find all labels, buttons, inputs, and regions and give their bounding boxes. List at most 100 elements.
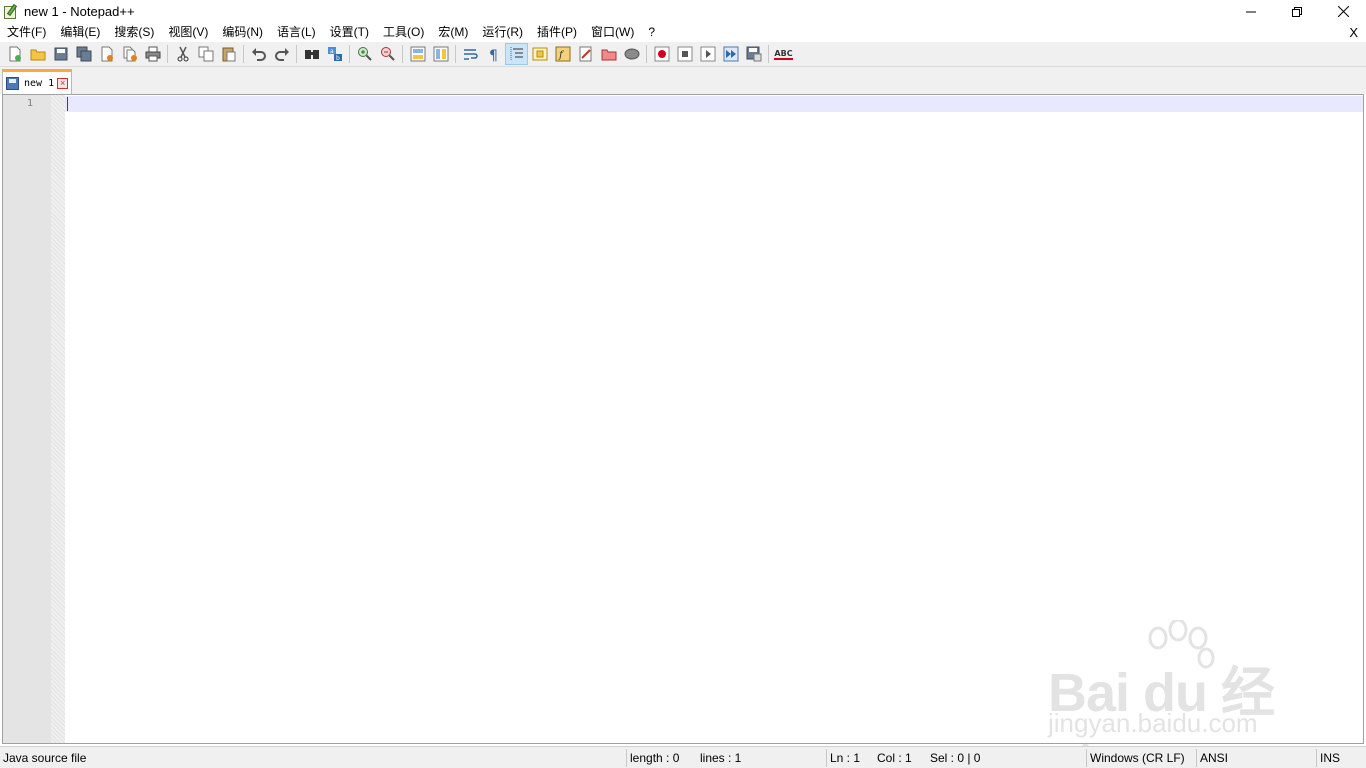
document-map-button[interactable]	[528, 43, 551, 65]
play-macro-button[interactable]	[696, 43, 719, 65]
sync-horizontal-button[interactable]	[429, 43, 452, 65]
menu-search[interactable]: 搜索(S)	[107, 23, 161, 42]
redo-button[interactable]	[270, 43, 293, 65]
menu-settings[interactable]: 设置(T)	[323, 23, 376, 42]
status-encoding[interactable]: ANSI	[1197, 747, 1228, 768]
record-macro-icon	[654, 46, 669, 62]
open-file-button[interactable]	[26, 43, 49, 65]
menu-plugins[interactable]: 插件(P)	[530, 23, 584, 42]
status-file-type: Java source file	[3, 751, 87, 765]
menu-bar: 文件(F) 编辑(E) 搜索(S) 视图(V) 编码(N) 语言(L) 设置(T…	[0, 23, 1366, 42]
close-file-icon	[101, 46, 113, 62]
restore-button[interactable]	[1274, 0, 1320, 23]
function-list-icon: f	[555, 46, 570, 62]
line-number-gutter: 1	[3, 95, 51, 743]
status-bar: Java source file length : 0 lines : 1 Ln…	[0, 746, 1366, 768]
print-icon	[145, 46, 160, 62]
floppy-disk-icon	[6, 76, 19, 90]
redo-icon	[274, 48, 289, 61]
status-lines: lines : 1	[700, 751, 742, 765]
menu-edit[interactable]: 编辑(E)	[53, 23, 107, 42]
zoom-in-button[interactable]	[353, 43, 376, 65]
sync-vertical-icon	[410, 46, 425, 62]
monitoring-button[interactable]	[597, 43, 620, 65]
doc-list-icon	[624, 48, 639, 60]
sync-horizontal-icon	[433, 46, 448, 62]
toolbar: ab ¶ f ABC	[0, 42, 1366, 67]
status-length: length : 0	[630, 751, 680, 765]
run-macro-multiple-button[interactable]	[719, 43, 742, 65]
fold-margin[interactable]	[51, 95, 65, 743]
title-bar: new 1 - Notepad++	[0, 0, 1366, 23]
editor-text[interactable]	[69, 97, 1363, 113]
save-all-button[interactable]	[72, 43, 95, 65]
minimize-button[interactable]	[1228, 0, 1274, 23]
indent-guide-button[interactable]	[505, 43, 528, 65]
cut-icon	[177, 46, 188, 62]
stop-macro-icon	[677, 46, 692, 62]
close-document-button[interactable]: X	[1349, 23, 1358, 42]
indent-guide-icon	[510, 47, 523, 61]
word-wrap-icon	[463, 49, 478, 60]
word-wrap-button[interactable]	[459, 43, 482, 65]
menu-language[interactable]: 语言(L)	[270, 23, 323, 42]
cut-button[interactable]	[171, 43, 194, 65]
menu-tools[interactable]: 工具(O)	[376, 23, 431, 42]
close-window-button[interactable]	[1320, 0, 1366, 23]
tab-bar: new 1 ×	[0, 67, 1366, 94]
replace-icon: ab	[327, 47, 342, 62]
folder-workspace-button[interactable]	[574, 43, 597, 65]
show-all-chars-button[interactable]: ¶	[482, 43, 505, 65]
save-icon	[54, 47, 67, 61]
svg-text:¶: ¶	[489, 48, 498, 62]
menu-macro[interactable]: 宏(M)	[431, 23, 475, 42]
spell-check-button[interactable]: ABC	[772, 43, 795, 65]
menu-encoding[interactable]: 编码(N)	[215, 23, 270, 42]
restore-icon	[1292, 6, 1302, 17]
new-file-button[interactable]	[3, 43, 26, 65]
save-macro-button[interactable]	[742, 43, 765, 65]
record-macro-button[interactable]	[650, 43, 673, 65]
svg-text:b: b	[336, 55, 340, 62]
paste-button[interactable]	[217, 43, 240, 65]
tab-close-button[interactable]: ×	[57, 77, 69, 89]
svg-text:a: a	[330, 48, 334, 55]
toolbar-separator	[167, 45, 168, 63]
find-button[interactable]	[300, 43, 323, 65]
copy-button[interactable]	[194, 43, 217, 65]
menu-file[interactable]: 文件(F)	[0, 23, 53, 42]
undo-button[interactable]	[247, 43, 270, 65]
function-list-button[interactable]: f	[551, 43, 574, 65]
close-file-button[interactable]	[95, 43, 118, 65]
menu-window[interactable]: 窗口(W)	[584, 23, 641, 42]
status-eol[interactable]: Windows (CR LF)	[1087, 747, 1185, 768]
find-icon	[304, 50, 319, 59]
tab-new-1[interactable]: new 1 ×	[2, 69, 72, 94]
toolbar-separator	[646, 45, 647, 63]
spell-check-icon: ABC	[774, 48, 793, 60]
text-caret	[67, 97, 68, 111]
menu-view[interactable]: 视图(V)	[161, 23, 215, 42]
save-button[interactable]	[49, 43, 72, 65]
folder-workspace-icon	[579, 46, 591, 62]
zoom-out-button[interactable]	[376, 43, 399, 65]
close-all-icon	[123, 46, 137, 62]
toolbar-separator	[243, 45, 244, 63]
stop-macro-button[interactable]	[673, 43, 696, 65]
replace-button[interactable]: ab	[323, 43, 346, 65]
window-title: new 1 - Notepad++	[24, 4, 135, 19]
close-all-button[interactable]	[118, 43, 141, 65]
menu-run[interactable]: 运行(R)	[475, 23, 530, 42]
menu-help[interactable]: ?	[641, 23, 662, 42]
status-insert-mode[interactable]: INS	[1317, 747, 1340, 768]
play-macro-icon	[700, 46, 715, 62]
undo-icon	[251, 48, 266, 61]
sync-vertical-button[interactable]	[406, 43, 429, 65]
monitoring-icon	[601, 49, 616, 61]
notepadpp-app-icon[interactable]	[3, 3, 19, 20]
doc-list-button[interactable]	[620, 43, 643, 65]
toolbar-separator	[455, 45, 456, 63]
close-icon	[1337, 6, 1349, 17]
print-button[interactable]	[141, 43, 164, 65]
document-map-icon	[532, 47, 547, 61]
